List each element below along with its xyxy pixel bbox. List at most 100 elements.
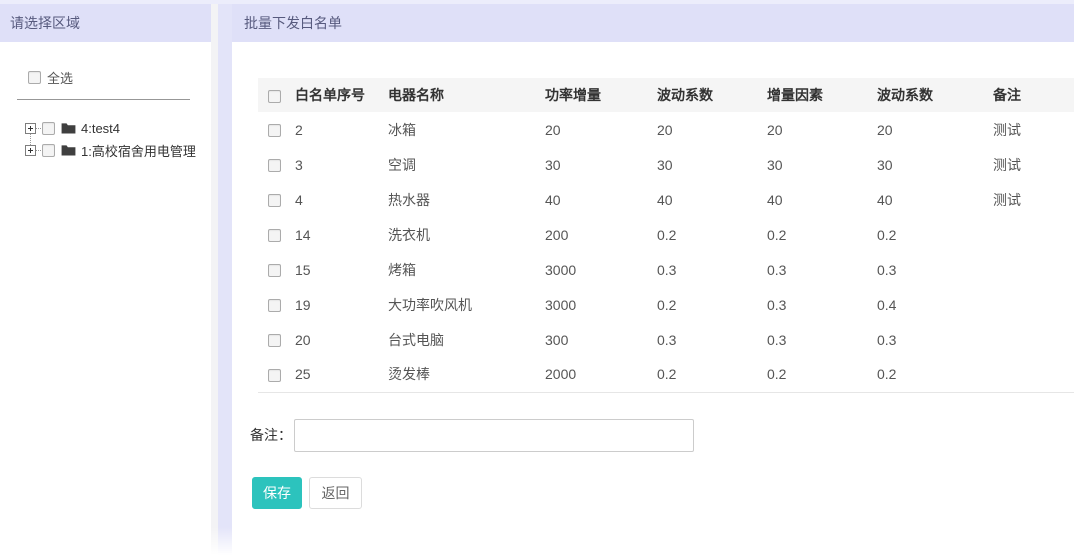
- cell-fluct-coef2: 0.2: [870, 357, 986, 392]
- select-all-label: 全选: [47, 68, 73, 87]
- row-checkbox-cell: [258, 252, 288, 287]
- cell-fluct-coef2: 0.3: [870, 252, 986, 287]
- cell-serial: 19: [288, 287, 381, 322]
- expand-plus-icon[interactable]: [25, 145, 36, 156]
- col-header-appliance: 电器名称: [381, 78, 538, 112]
- cell-serial: 14: [288, 217, 381, 252]
- page-title: 批量下发白名单: [232, 4, 1074, 42]
- cell-appliance: 冰箱: [381, 112, 538, 147]
- cell-appliance: 洗衣机: [381, 217, 538, 252]
- action-buttons: 保存 返回: [252, 477, 1074, 509]
- col-header-remark: 备注: [986, 78, 1074, 112]
- region-sidebar: 请选择区域 全选 4:test4: [0, 4, 211, 555]
- row-checkbox[interactable]: [268, 334, 281, 347]
- cell-fluct-coef2: 20: [870, 112, 986, 147]
- row-checkbox[interactable]: [268, 194, 281, 207]
- cell-power-inc: 3000: [538, 287, 650, 322]
- region-tree: 4:test4 1:高校宿舍用电管理: [25, 117, 211, 161]
- remark-input[interactable]: [294, 419, 694, 452]
- cell-fluct-coef: 30: [650, 147, 760, 182]
- cell-serial: 15: [288, 252, 381, 287]
- row-checkbox-cell: [258, 182, 288, 217]
- cell-fluct-coef2: 0.4: [870, 287, 986, 322]
- tree-dotted-link: [36, 150, 41, 151]
- table-body: 2冰箱20202020测试3空调30303030测试4热水器40404040测试…: [258, 112, 1074, 392]
- table-header-row: 白名单序号 电器名称 功率增量 波动系数 增量因素 波动系数 备注: [258, 78, 1074, 112]
- cell-power-inc: 30: [538, 147, 650, 182]
- cell-inc-factor: 20: [760, 112, 870, 147]
- col-header-serial: 白名单序号: [288, 78, 381, 112]
- cell-inc-factor: 0.3: [760, 287, 870, 322]
- table-row: 2冰箱20202020测试: [258, 112, 1074, 147]
- cell-fluct-coef2: 30: [870, 147, 986, 182]
- cell-fluct-coef2: 0.2: [870, 217, 986, 252]
- tree-node-campus[interactable]: 1:高校宿舍用电管理: [25, 139, 211, 161]
- panel-gap: [211, 4, 232, 555]
- cell-fluct-coef2: 0.3: [870, 322, 986, 357]
- tree-node-checkbox[interactable]: [42, 122, 55, 135]
- table-row: 3空调30303030测试: [258, 147, 1074, 182]
- cell-remark: [986, 217, 1074, 252]
- select-all-rows-checkbox[interactable]: [268, 90, 281, 103]
- save-button[interactable]: 保存: [252, 477, 302, 509]
- tree-node-label[interactable]: 4:test4: [81, 121, 120, 136]
- cell-fluct-coef2: 40: [870, 182, 986, 217]
- cell-appliance: 空调: [381, 147, 538, 182]
- cell-inc-factor: 0.2: [760, 217, 870, 252]
- cell-remark: 测试: [986, 182, 1074, 217]
- row-checkbox[interactable]: [268, 299, 281, 312]
- cell-power-inc: 2000: [538, 357, 650, 392]
- cell-serial: 2: [288, 112, 381, 147]
- cell-power-inc: 20: [538, 112, 650, 147]
- table-row: 14洗衣机2000.20.20.2: [258, 217, 1074, 252]
- cell-fluct-coef: 20: [650, 112, 760, 147]
- tree-node-test4[interactable]: 4:test4: [25, 117, 211, 139]
- back-button[interactable]: 返回: [309, 477, 362, 509]
- select-all-checkbox[interactable]: [28, 71, 41, 84]
- row-checkbox-cell: [258, 287, 288, 322]
- row-checkbox-cell: [258, 112, 288, 147]
- cell-fluct-coef: 0.2: [650, 287, 760, 322]
- folder-icon: [61, 144, 76, 156]
- cell-appliance: 烤箱: [381, 252, 538, 287]
- table-row: 25烫发棒20000.20.20.2: [258, 357, 1074, 392]
- page: 请选择区域 全选 4:test4: [0, 0, 1074, 555]
- row-checkbox-cell: [258, 217, 288, 252]
- expand-plus-icon[interactable]: [25, 123, 36, 134]
- cell-remark: 测试: [986, 147, 1074, 182]
- cell-remark: [986, 287, 1074, 322]
- row-checkbox[interactable]: [268, 229, 281, 242]
- row-checkbox[interactable]: [268, 124, 281, 137]
- cell-fluct-coef: 0.3: [650, 252, 760, 287]
- cell-power-inc: 200: [538, 217, 650, 252]
- row-checkbox[interactable]: [268, 369, 281, 382]
- cell-power-inc: 300: [538, 322, 650, 357]
- sidebar-divider: [17, 99, 190, 100]
- col-header-inc-factor: 增量因素: [760, 78, 870, 112]
- whitelist-table-wrap: 白名单序号 电器名称 功率增量 波动系数 增量因素 波动系数 备注 2冰箱202…: [258, 78, 1074, 393]
- remark-label: 备注：: [250, 425, 292, 445]
- table-row: 4热水器40404040测试: [258, 182, 1074, 217]
- table-row: 19大功率吹风机30000.20.30.4: [258, 287, 1074, 322]
- tree-node-checkbox[interactable]: [42, 144, 55, 157]
- cell-inc-factor: 40: [760, 182, 870, 217]
- remark-row: 备注：: [250, 419, 1074, 452]
- cell-fluct-coef: 40: [650, 182, 760, 217]
- whitelist-table: 白名单序号 电器名称 功率增量 波动系数 增量因素 波动系数 备注 2冰箱202…: [258, 78, 1074, 393]
- cell-inc-factor: 0.3: [760, 322, 870, 357]
- table-row: 15烤箱30000.30.30.3: [258, 252, 1074, 287]
- sidebar-title: 请选择区域: [0, 4, 211, 42]
- folder-icon: [61, 122, 76, 134]
- cell-appliance: 台式电脑: [381, 322, 538, 357]
- tree-node-label[interactable]: 1:高校宿舍用电管理: [81, 141, 196, 160]
- cell-appliance: 烫发棒: [381, 357, 538, 392]
- col-header-fluct-coef2: 波动系数: [870, 78, 986, 112]
- cell-remark: [986, 252, 1074, 287]
- row-checkbox-cell: [258, 357, 288, 392]
- cell-serial: 25: [288, 357, 381, 392]
- row-checkbox[interactable]: [268, 159, 281, 172]
- row-checkbox[interactable]: [268, 264, 281, 277]
- cell-remark: [986, 322, 1074, 357]
- cell-appliance: 大功率吹风机: [381, 287, 538, 322]
- col-header-fluct-coef: 波动系数: [650, 78, 760, 112]
